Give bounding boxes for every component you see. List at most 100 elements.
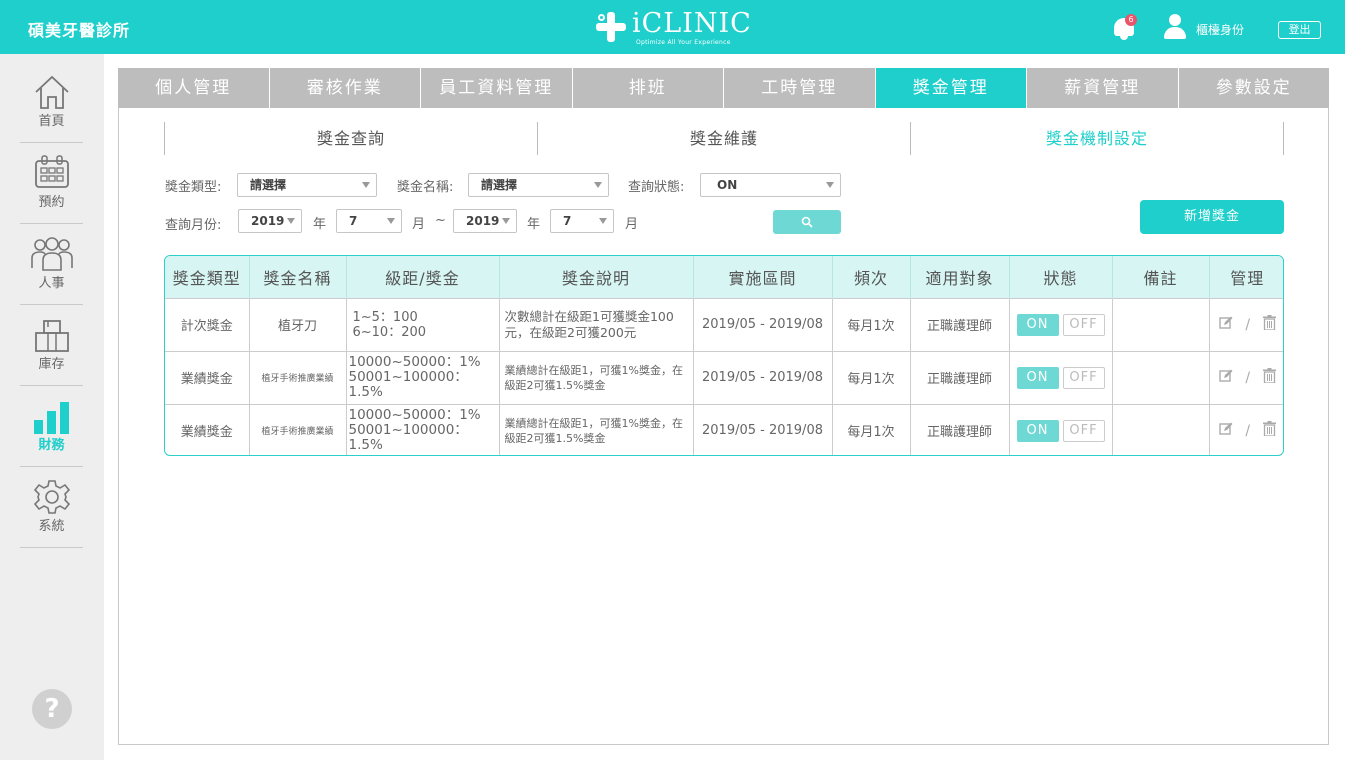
- cell-type: 業績獎金: [165, 350, 250, 404]
- tab-salary[interactable]: 薪資管理: [1027, 68, 1179, 108]
- from-year-select[interactable]: 2019: [238, 209, 302, 233]
- action-separator: /: [1245, 316, 1251, 333]
- year-unit-label: 年: [527, 217, 541, 232]
- toggle-on-button[interactable]: ON: [1016, 313, 1059, 336]
- sub-tabs: 獎金查詢 獎金維護 獎金機制設定: [164, 122, 1284, 155]
- column-header: 頻次: [832, 256, 911, 298]
- to-year-value: 2019: [466, 214, 500, 228]
- subtab-bonus-maintain[interactable]: 獎金維護: [538, 122, 911, 155]
- sidebar-item-inventory[interactable]: 庫存: [20, 305, 83, 386]
- tab-personal[interactable]: 個人管理: [118, 68, 270, 108]
- bonus-type-select[interactable]: 請選擇: [237, 173, 377, 197]
- tier-line: 1~5：100: [352, 309, 418, 325]
- toggle-on-button[interactable]: ON: [1016, 366, 1059, 389]
- toggle-off-button[interactable]: OFF: [1062, 366, 1105, 389]
- cell-period: 2019/05 - 2019/08: [693, 403, 833, 455]
- bonus-name-select[interactable]: 請選擇: [468, 173, 609, 197]
- cell-period: 2019/05 - 2019/08: [693, 350, 833, 404]
- month-unit-label: 月: [625, 217, 639, 232]
- subtab-bonus-setting[interactable]: 獎金機制設定: [911, 122, 1284, 155]
- edit-icon[interactable]: [1219, 316, 1233, 334]
- status-select[interactable]: ON: [700, 173, 841, 197]
- chevron-down-icon: [287, 218, 295, 224]
- chevron-down-icon: [826, 182, 834, 188]
- sidebar-item-finance[interactable]: 財務: [20, 386, 83, 467]
- sidebar-item-personnel[interactable]: 人事: [20, 224, 83, 305]
- cell-type: 計次獎金: [165, 297, 250, 351]
- top-bar: 碩美牙醫診所 iCLINIC Optimize All Your Experie…: [0, 0, 1345, 54]
- column-header: 實施區間: [693, 256, 833, 298]
- column-header: 級距/獎金: [346, 256, 500, 298]
- chevron-down-icon: [362, 182, 370, 188]
- from-year-value: 2019: [251, 214, 285, 228]
- cell-tiers: 10000~50000：1% 50001~100000：1.5%: [346, 403, 500, 455]
- help-button[interactable]: ?: [32, 689, 72, 729]
- month-unit-label: 月: [412, 217, 426, 232]
- cell-status: ON OFF: [1009, 403, 1113, 455]
- app-logo[interactable]: iCLINIC: [596, 10, 752, 42]
- cell-status: ON OFF: [1009, 350, 1113, 404]
- toggle-on-button[interactable]: ON: [1016, 419, 1059, 442]
- sidebar-item-home[interactable]: 首頁: [20, 62, 83, 143]
- to-year-select[interactable]: 2019: [453, 209, 517, 233]
- inventory-icon: [35, 320, 69, 352]
- trash-icon[interactable]: [1262, 368, 1276, 387]
- clinic-name: 碩美牙醫診所: [28, 21, 131, 40]
- tab-bonus[interactable]: 獎金管理: [875, 68, 1027, 108]
- tab-settings[interactable]: 參數設定: [1178, 68, 1329, 108]
- chevron-down-icon: [387, 218, 395, 224]
- tab-review[interactable]: 審核作業: [269, 68, 421, 108]
- cell-status: ON OFF: [1009, 297, 1113, 351]
- chevron-down-icon: [502, 218, 510, 224]
- trash-icon[interactable]: [1262, 421, 1276, 440]
- logout-button[interactable]: 登出: [1278, 21, 1321, 39]
- cell-note: [1112, 297, 1210, 351]
- edit-icon[interactable]: [1219, 369, 1233, 387]
- tier-line: 10000~50000：1%: [348, 354, 481, 370]
- tier-line: 50001~100000：1.5%: [348, 422, 468, 454]
- cell-name: 植牙手術推廣業績: [249, 403, 347, 455]
- notification-bell-icon[interactable]: 6: [1112, 14, 1137, 40]
- sidebar-item-booking[interactable]: 預約: [20, 143, 83, 224]
- trash-icon[interactable]: [1262, 315, 1276, 334]
- cell-target: 正職護理師: [910, 403, 1010, 455]
- tier-line: 6~10：200: [352, 324, 427, 340]
- column-header: 獎金說明: [499, 256, 694, 298]
- sidebar: 首頁 預約 人事 庫存 財務 系統 ?: [0, 54, 104, 760]
- column-header: 管理: [1209, 256, 1283, 298]
- cell-tiers: 1~5：100 6~10：200: [346, 297, 500, 351]
- tab-schedule[interactable]: 排班: [572, 68, 724, 108]
- logo-cross-icon: [596, 12, 626, 42]
- chevron-down-icon: [594, 182, 602, 188]
- cell-tiers: 10000~50000：1% 50001~100000：1.5%: [346, 350, 500, 404]
- user-icon[interactable]: [1163, 14, 1187, 40]
- column-header: 備註: [1112, 256, 1210, 298]
- tab-work-hours[interactable]: 工時管理: [724, 68, 876, 108]
- calendar-icon: [35, 155, 69, 188]
- main-tabs: 個人管理 審核作業 員工資料管理 排班 工時管理 獎金管理 薪資管理 參數設定: [118, 68, 1329, 108]
- from-month-select[interactable]: 7: [336, 209, 402, 233]
- role-label[interactable]: 櫃檯身份: [1196, 21, 1244, 38]
- tier-line: 10000~50000：1%: [348, 407, 481, 424]
- column-header: 獎金名稱: [249, 256, 347, 298]
- sidebar-item-label: 預約: [38, 195, 65, 210]
- tab-employee-data[interactable]: 員工資料管理: [421, 68, 573, 108]
- cell-note: [1112, 403, 1210, 455]
- search-button[interactable]: [773, 210, 841, 234]
- cell-frequency: 每月1次: [832, 403, 911, 455]
- bonus-type-label: 獎金類型:: [165, 180, 222, 195]
- column-header: 獎金類型: [165, 256, 250, 298]
- sidebar-item-system[interactable]: 系統: [20, 467, 83, 548]
- to-month-select[interactable]: 7: [550, 209, 614, 233]
- sidebar-item-label: 首頁: [38, 114, 65, 129]
- toggle-off-button[interactable]: OFF: [1062, 419, 1105, 442]
- cell-target: 正職護理師: [910, 297, 1010, 351]
- subtab-bonus-query[interactable]: 獎金查詢: [165, 122, 538, 155]
- cell-manage: /: [1209, 403, 1283, 455]
- edit-icon[interactable]: [1219, 422, 1233, 440]
- cell-description: 次數總計在級距1可獲獎金100元，在級距2可獲200元: [499, 297, 694, 351]
- add-bonus-button[interactable]: 新增獎金: [1140, 200, 1284, 234]
- action-separator: /: [1245, 369, 1251, 386]
- toggle-off-button[interactable]: OFF: [1062, 313, 1105, 336]
- bonus-type-value: 請選擇: [250, 178, 287, 192]
